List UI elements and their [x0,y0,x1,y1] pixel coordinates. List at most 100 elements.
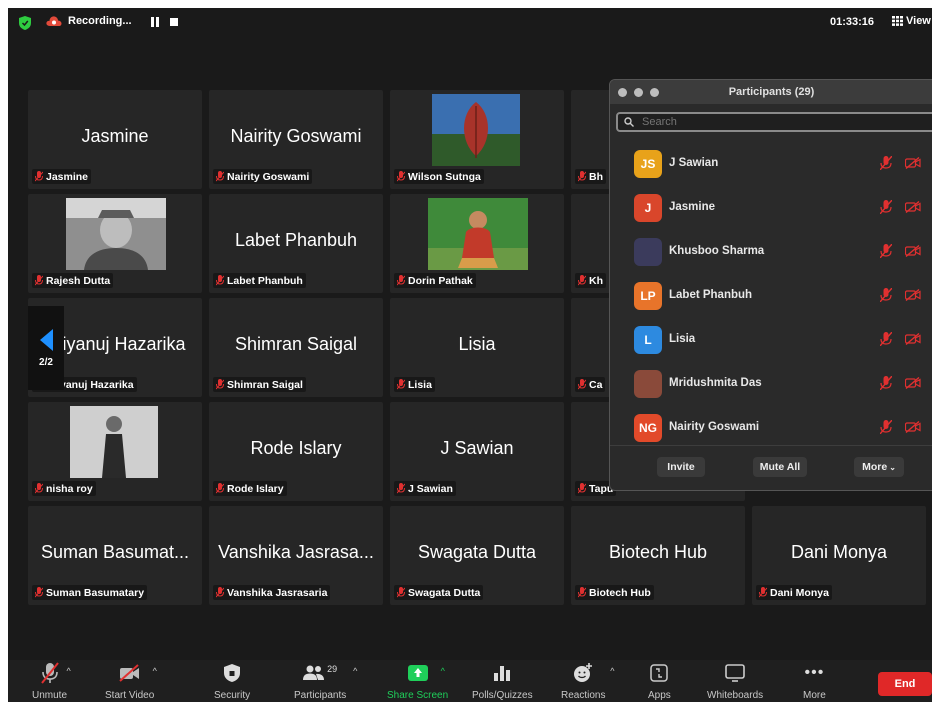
tile-name-label: Lisia [408,378,432,391]
security-button[interactable]: Security [214,662,250,701]
start-video-label: Start Video [105,690,155,701]
apps-icon [650,664,669,682]
apps-button[interactable]: Apps [648,662,671,701]
participant-row[interactable]: NG Nairity Goswami [610,406,932,450]
mic-muted-icon[interactable] [880,200,892,214]
grid-icon [892,16,903,26]
tile-name-tag: Jasmine [32,169,92,184]
video-tile[interactable]: Suman Basumat... Suman Basumatary [28,506,202,605]
video-tile[interactable]: Dorin Pathak [390,194,564,293]
participants-panel: Participants (29) JS J Sawian J Jasmine Khus… [609,79,932,491]
video-tile[interactable]: Vanshika Jasrasa... Vanshika Jasrasaria [209,506,383,605]
video-tile[interactable]: Nairity Goswami Nairity Goswami [209,90,383,189]
participant-row[interactable]: LP Labet Phanbuh [610,274,932,318]
shield-icon[interactable] [19,16,31,30]
panel-title-bar[interactable]: Participants (29) [610,80,932,104]
video-off-icon[interactable] [905,421,921,433]
video-tile[interactable]: Labet Phanbuh Labet Phanbuh [209,194,383,293]
tile-name-label: Wilson Sutnga [408,170,481,183]
video-tile[interactable]: Jasmine Jasmine [28,90,202,189]
recording-indicator[interactable]: Recording... [46,15,132,27]
panel-title: Participants (29) [728,86,815,98]
video-tile[interactable]: Swagata Dutta Swagata Dutta [390,506,564,605]
polls-button[interactable]: Polls/Quizzes [472,662,533,701]
tile-name-tag: Shimran Saigal [213,377,306,392]
reactions-button[interactable]: ^ Reactions [561,662,614,701]
tile-name-label: Vanshika Jasrasaria [227,586,328,599]
meeting-toolbar: ^ Unmute ^ Start Video Security 29 ^ Part… [8,660,932,702]
video-off-icon[interactable] [905,245,921,257]
tile-name-tag: Swagata Dutta [394,585,484,600]
previous-page-button[interactable]: 2/2 [28,306,64,390]
share-screen-label: Share Screen [387,690,449,701]
video-tile[interactable]: J Sawian J Sawian [390,402,564,501]
video-tile[interactable]: Lisia Lisia [390,298,564,397]
video-off-icon[interactable] [905,157,921,169]
caret-up-icon[interactable]: ^ [153,666,157,676]
mute-all-button[interactable]: Mute All [753,457,807,477]
video-off-icon[interactable] [905,201,921,213]
video-off-icon[interactable] [905,377,921,389]
view-button[interactable]: View [892,15,931,27]
top-bar: Recording... 01:33:16 View [8,8,932,38]
search-input[interactable] [640,115,894,129]
tile-name-tag: Kh [575,273,606,288]
mic-muted-icon[interactable] [880,156,892,170]
more-toolbar-button[interactable]: ••• More [803,662,826,701]
participant-name: Mridushmita Das [669,377,762,389]
microphone-muted-icon [40,662,59,684]
video-tile[interactable]: Rajesh Dutta [28,194,202,293]
caret-up-icon[interactable]: ^ [441,666,445,676]
tile-display-name: J Sawian [440,438,514,458]
tile-name-tag: Wilson Sutnga [394,169,484,184]
tile-name-label: Shimran Saigal [227,378,303,391]
share-screen-button[interactable]: ^ Share Screen [387,662,448,701]
video-tile[interactable]: nisha roy [28,402,202,501]
polls-label: Polls/Quizzes [472,690,533,701]
leaf-photo [432,94,520,166]
mic-muted-icon [759,587,767,598]
unmute-button[interactable]: ^ Unmute [32,662,71,701]
page-indicator: 2/2 [39,356,53,368]
video-tile[interactable]: Dani Monya Dani Monya [752,506,926,605]
mic-muted-icon [35,275,43,286]
tile-name-label: Dani Monya [770,586,829,599]
caret-up-icon[interactable]: ^ [353,666,357,676]
participant-row[interactable]: Mridushmita Das [610,362,932,406]
participants-button[interactable]: 29 ^ Participants [294,662,357,701]
participant-search-box[interactable] [616,112,932,132]
chevron-left-icon [39,328,53,351]
whiteboards-button[interactable]: Whiteboards [707,662,763,701]
more-button[interactable]: More ⌄ [854,457,904,477]
tile-name-label: Biotech Hub [589,586,651,599]
video-tile[interactable]: Biotech Hub Biotech Hub [571,506,745,605]
video-tile[interactable]: Wilson Sutnga [390,90,564,189]
start-video-button[interactable]: ^ Start Video [105,662,157,701]
invite-button[interactable]: Invite [657,457,705,477]
caret-up-icon[interactable]: ^ [610,666,614,676]
participant-row[interactable]: L Lisia [610,318,932,362]
video-tile[interactable]: Shimran Saigal Shimran Saigal [209,298,383,397]
video-off-icon[interactable] [905,289,921,301]
tile-name-tag: Labet Phanbuh [213,273,306,288]
stop-recording-icon[interactable] [170,18,178,26]
mic-muted-icon[interactable] [880,420,892,434]
cloud-record-icon [46,16,62,26]
mic-muted-icon[interactable] [880,244,892,258]
participant-row[interactable]: JS J Sawian [610,142,932,186]
mic-muted-icon[interactable] [880,288,892,302]
participant-row[interactable]: Khusboo Sharma [610,230,932,274]
meeting-timer: 01:33:16 [830,16,875,28]
participant-row[interactable]: J Jasmine [610,186,932,230]
mic-muted-icon[interactable] [880,376,892,390]
whiteboard-icon [725,664,745,682]
unmute-label: Unmute [32,690,68,701]
video-off-icon[interactable] [905,333,921,345]
caret-up-icon[interactable]: ^ [67,666,71,676]
end-meeting-button[interactable]: End [878,672,932,696]
avatar: LP [634,282,662,310]
mic-muted-icon[interactable] [880,332,892,346]
pause-recording-icon[interactable] [150,17,160,27]
video-tile[interactable]: Rode Islary Rode Islary [209,402,383,501]
tile-display-name: Rode Islary [250,438,342,458]
